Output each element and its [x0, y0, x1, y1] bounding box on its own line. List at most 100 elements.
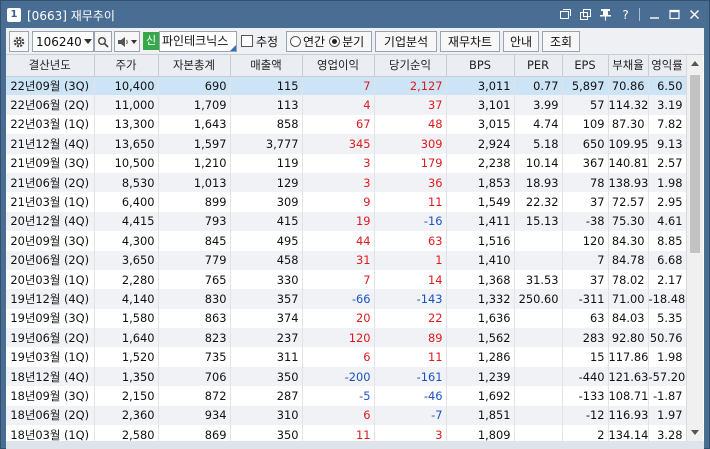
- table-row[interactable]: 21년09월 (3Q) 10,500 1,210 119 3 179 2,238 10.14 3…: [6, 153, 687, 173]
- table-row[interactable]: 21년12월 (4Q) 13,650 1,597 3,777 345 309 2,924 5.…: [6, 134, 687, 154]
- table-row[interactable]: 22년09월 (3Q) 10,400 690 115 7 2,127 3,011 0.77 5,…: [6, 76, 687, 96]
- search-button[interactable]: [94, 31, 112, 52]
- column-header[interactable]: BPS: [446, 55, 515, 77]
- table-row[interactable]: 18년03월 (1Q) 2,580 869 350 11 3 1,809 2 134.14 3.2…: [6, 425, 687, 441]
- estimate-label: 추정: [256, 34, 279, 49]
- help-icon[interactable]: ?: [616, 6, 634, 23]
- cell-opm: 6.68: [648, 250, 687, 270]
- copy-icon[interactable]: [576, 6, 594, 23]
- query-button[interactable]: 조회: [542, 31, 580, 52]
- column-header[interactable]: 자본총계: [158, 55, 231, 77]
- cell-net: 37: [374, 95, 447, 115]
- cell-period: 21년12월 (4Q): [6, 134, 95, 154]
- cell-sales: 237: [230, 328, 303, 348]
- table-row[interactable]: 19년12월 (4Q) 4,140 830 357 -66 -143 1,332 250.60…: [6, 289, 687, 309]
- cell-debt: 87.30: [608, 114, 649, 135]
- cell-period: 20년03월 (1Q): [6, 269, 95, 290]
- cell-per: 250.60: [514, 289, 563, 309]
- maximize-icon[interactable]: [665, 6, 683, 23]
- financial-chart-button[interactable]: 재무차트: [440, 31, 500, 52]
- cell-op: 20: [302, 308, 375, 329]
- radio-quarterly[interactable]: [329, 36, 341, 47]
- cell-per: [514, 366, 563, 387]
- scroll-down-icon[interactable]: [691, 430, 699, 435]
- cell-sales: 458: [230, 250, 303, 270]
- table-row[interactable]: 22년03월 (1Q) 13,300 1,643 858 67 48 3,015 4.74 10…: [6, 114, 687, 135]
- settings-button[interactable]: [9, 31, 29, 52]
- chevron-down-icon[interactable]: [83, 39, 92, 44]
- column-header[interactable]: 영익률: [648, 55, 687, 77]
- estimate-checkbox[interactable]: 추정: [241, 33, 278, 49]
- cell-opm: 2.95: [648, 192, 687, 212]
- cell-op: 19: [302, 211, 375, 232]
- cell-opm: -57.20: [648, 366, 687, 387]
- financial-grid[interactable]: 결산년도 주가 자본총계 매출액 영업이익 당기순익 BPS PER EPS 부채율 영익률 22년…: [6, 55, 704, 441]
- cell-equity: 1,597: [158, 134, 231, 154]
- close-icon[interactable]: [685, 6, 703, 23]
- vertical-scrollbar[interactable]: [686, 55, 703, 441]
- table-row[interactable]: 20년03월 (1Q) 2,280 765 330 7 14 1,368 31.53 37 78.…: [6, 269, 687, 290]
- stock-code-combo[interactable]: 106240: [32, 31, 94, 52]
- cell-sales: 119: [230, 153, 303, 173]
- company-name-field[interactable]: 파인테크닉스: [159, 31, 237, 52]
- title-bar[interactable]: 1 [0663] 재무추이 ?: [1, 1, 709, 28]
- period-radio-group: 연간 분기: [286, 31, 372, 52]
- cell-price: 4,300: [94, 231, 159, 251]
- table-row[interactable]: 18년09월 (3Q) 2,150 872 287 -5 -46 1,692 -133 108.…: [6, 386, 687, 406]
- cell-price: 2,150: [94, 386, 159, 406]
- bottom-strip: [6, 441, 704, 449]
- cell-debt: 92.80: [608, 328, 649, 348]
- cell-opm: -1.87: [648, 386, 687, 406]
- table-row[interactable]: 21년03월 (1Q) 6,400 899 309 9 11 1,549 22.32 37 72.…: [6, 192, 687, 212]
- column-header[interactable]: 주가: [94, 55, 159, 77]
- table-row[interactable]: 22년06월 (2Q) 11,000 1,709 113 4 37 3,101 3.99 57 1…: [6, 95, 687, 115]
- restore-icon[interactable]: [556, 6, 574, 23]
- cell-per: 0.77: [514, 76, 563, 96]
- title-buttons: ?: [556, 6, 703, 23]
- cell-equity: 1,643: [158, 114, 231, 135]
- cell-net: 11: [374, 347, 447, 367]
- checkbox-icon[interactable]: [241, 35, 253, 47]
- table-row[interactable]: 18년06월 (2Q) 2,360 934 310 6 -7 1,851 -12 116.93 1…: [6, 405, 687, 426]
- column-header[interactable]: 영업이익: [302, 55, 375, 77]
- cell-equity: 793: [158, 211, 231, 232]
- cell-debt: 84.03: [608, 308, 649, 329]
- table-row[interactable]: 20년09월 (3Q) 4,300 845 495 44 63 1,516 120 84.30 8…: [6, 231, 687, 251]
- table-row[interactable]: 20년12월 (4Q) 4,415 793 415 19 -16 1,411 15.13 -38…: [6, 211, 687, 232]
- minimize-icon[interactable]: [645, 6, 663, 23]
- column-header[interactable]: 당기순익: [374, 55, 447, 77]
- speaker-button[interactable]: [114, 31, 140, 52]
- cell-net: 63: [374, 231, 447, 251]
- cell-equity: 899: [158, 192, 231, 212]
- corner-marker-icon: [230, 45, 236, 51]
- cell-eps: -12: [562, 405, 609, 426]
- pin-icon[interactable]: [596, 6, 614, 23]
- cell-eps: 57: [562, 95, 609, 115]
- table-row[interactable]: 21년06월 (2Q) 8,530 1,013 129 3 36 1,853 18.93 78 1…: [6, 172, 687, 193]
- radio-annual[interactable]: [290, 36, 301, 47]
- column-header[interactable]: 부채율: [608, 55, 649, 77]
- column-header[interactable]: 매출액: [230, 55, 303, 77]
- scroll-thumb[interactable]: [690, 75, 700, 253]
- table-row[interactable]: 18년12월 (4Q) 1,350 706 350 -200 -161 1,239 -440 1…: [6, 366, 687, 387]
- table-row[interactable]: 19년03월 (1Q) 1,520 735 311 6 11 1,286 15 117.86 1.…: [6, 347, 687, 367]
- cell-equity: 872: [158, 386, 231, 406]
- column-header[interactable]: PER: [514, 55, 563, 77]
- company-analysis-button[interactable]: 기업분석: [375, 31, 437, 52]
- table-row[interactable]: 20년06월 (2Q) 3,650 779 458 31 1 1,410 7 84.78 6.68: [6, 250, 687, 270]
- cell-opm: 5.35: [648, 308, 687, 329]
- column-header[interactable]: 결산년도: [6, 55, 95, 77]
- toolbar: 106240 신 파인테크닉스 추정 연간 분기 기업분석 재무차트 안내 조회: [6, 28, 704, 55]
- cell-sales: 129: [230, 172, 303, 193]
- cell-per: [514, 308, 563, 329]
- scroll-up-icon[interactable]: [691, 61, 699, 66]
- chevron-down-icon[interactable]: [131, 39, 137, 44]
- table-row[interactable]: 19년06월 (2Q) 1,640 823 237 120 89 1,562 283 92.80…: [6, 328, 687, 348]
- search-icon: [98, 36, 109, 48]
- table-row[interactable]: 19년09월 (3Q) 1,580 863 374 20 22 1,636 63 84.03 5.…: [6, 308, 687, 329]
- guide-button[interactable]: 안내: [503, 31, 539, 52]
- cell-period: 21년03월 (1Q): [6, 192, 95, 212]
- column-header[interactable]: EPS: [562, 55, 609, 77]
- cell-op: 3: [302, 172, 375, 193]
- cell-op: 44: [302, 231, 375, 251]
